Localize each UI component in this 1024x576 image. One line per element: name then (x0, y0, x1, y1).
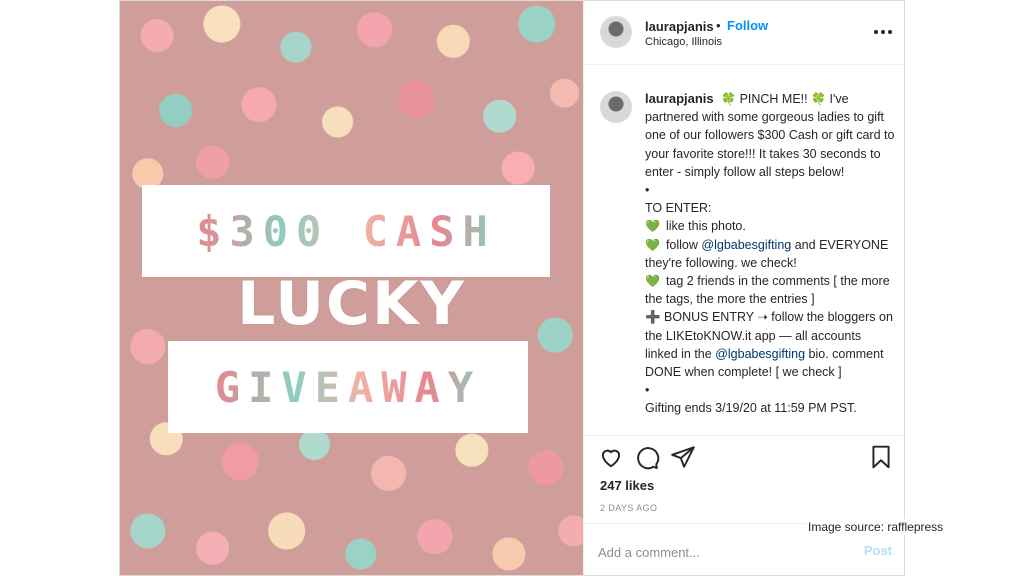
green-heart-icon: 💚 (645, 219, 660, 234)
post-side-panel: laurapjanis • Follow Chicago, Illinois l… (583, 1, 904, 575)
post-photo[interactable]: $300 CASH LUCKY GIVEAWAY (120, 1, 583, 575)
bookmark-icon[interactable] (868, 444, 894, 470)
follow-button[interactable]: Follow (727, 18, 768, 33)
post-time: 2 DAYS AGO (600, 503, 658, 513)
cash-banner: $300 CASH (142, 185, 550, 277)
heart-icon[interactable] (598, 444, 624, 470)
caption-username[interactable]: laurapjanis (645, 91, 714, 106)
caption-line: TO ENTER: (645, 201, 712, 216)
caption-line: PINCH ME!! (739, 92, 808, 106)
post-location[interactable]: Chicago, Illinois (645, 36, 722, 48)
caption-step: 💚 tag 2 friends in the comments [ the mor… (645, 272, 895, 308)
author-avatar[interactable] (600, 16, 632, 48)
post-caption: laurapjanis 🍀 PINCH ME!! 🍀 I've partnere… (584, 65, 904, 435)
clover-icon: 🍀 (721, 92, 737, 106)
instagram-post: $300 CASH LUCKY GIVEAWAY laurapjanis • F… (119, 0, 905, 576)
comment-icon[interactable] (634, 444, 660, 470)
caption-line: • (645, 183, 650, 198)
mention-link[interactable]: @lgbabesgifting (715, 347, 805, 361)
caption-line: tag 2 friends in the comments [ the more… (645, 274, 890, 307)
share-icon[interactable] (670, 444, 696, 470)
author-username[interactable]: laurapjanis (645, 19, 714, 34)
caption-step: 💚 follow @lgbabesgifting and EVERYONE the… (645, 236, 895, 272)
clover-icon: 🍀 (811, 92, 827, 106)
caption-line: like this photo. (665, 219, 746, 234)
green-heart-icon: 💚 (645, 237, 660, 252)
post-header: laurapjanis • Follow Chicago, Illinois (584, 1, 904, 65)
caption-line: • (645, 383, 650, 398)
likes-count[interactable]: 247 likes (600, 478, 654, 493)
header-separator: • (716, 18, 721, 33)
caption-line: Gifting ends 3/19/20 at 11:59 PM PST. (645, 401, 857, 416)
caption-step: ➕ BONUS ENTRY ➝ follow the bloggers on t… (645, 308, 895, 381)
post-comment-button[interactable]: Post (864, 543, 892, 558)
caption-avatar[interactable] (600, 91, 632, 123)
cash-text: $300 CASH (196, 206, 496, 256)
mention-link[interactable]: @lgbabesgifting (701, 238, 791, 252)
ellipsis-icon[interactable] (874, 23, 892, 41)
image-source-note: Image source: rafflepress (806, 519, 946, 535)
giveaway-text: GIVEAWAY (214, 362, 482, 412)
comment-input[interactable] (598, 542, 838, 562)
action-bar (584, 435, 904, 483)
lucky-text: LUCKY (237, 269, 466, 339)
giveaway-banner: GIVEAWAY (168, 341, 528, 433)
green-heart-icon: 💚 (645, 274, 660, 289)
caption-step: 💚 like this photo. (645, 217, 895, 235)
caption-line: follow (665, 237, 698, 252)
caption-text: laurapjanis 🍀 PINCH ME!! 🍀 I've partnere… (645, 90, 895, 418)
